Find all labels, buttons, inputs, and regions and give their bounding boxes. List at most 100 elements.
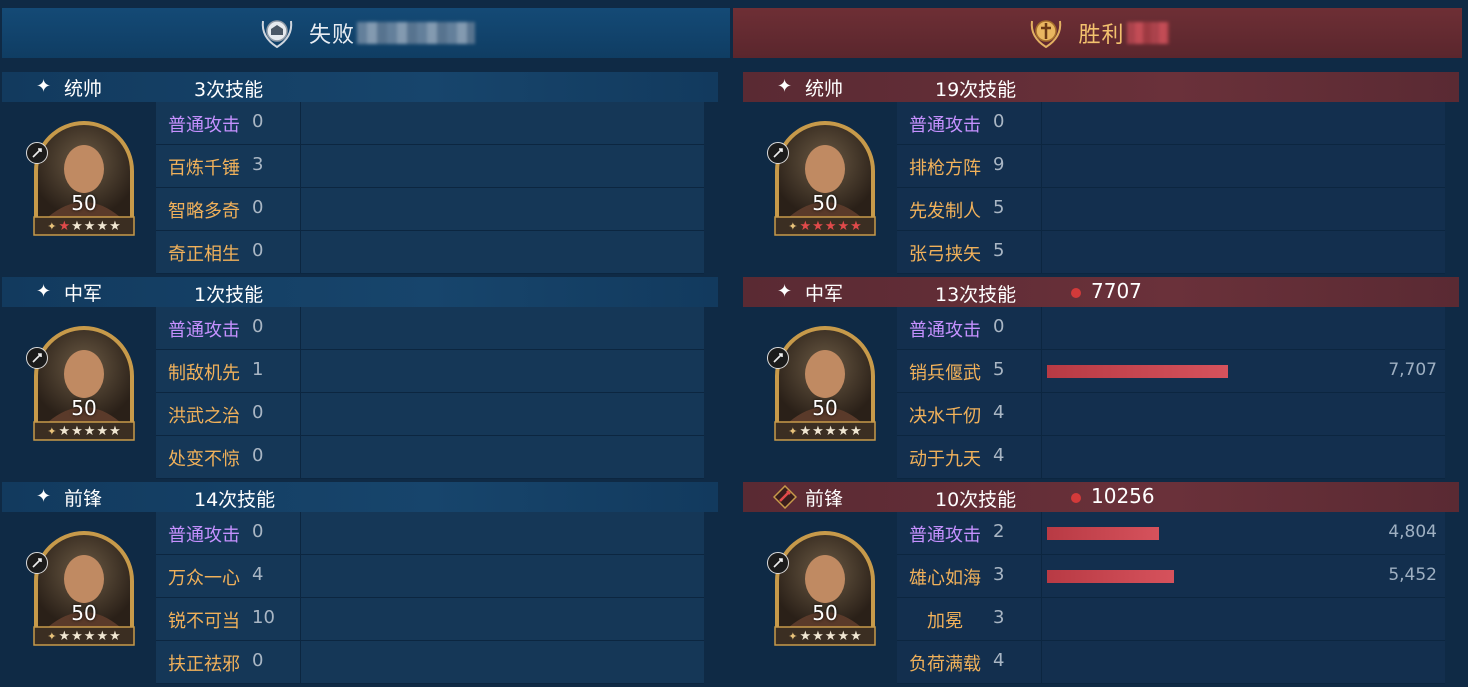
section-header: 前锋 10次技能 10256 [743, 482, 1459, 512]
skill-row: 排枪方阵 9 [897, 145, 1445, 188]
skill-trigger-count: 5 [993, 240, 1005, 261]
skill-row: 先发制人 5 [897, 188, 1445, 231]
total-damage: 10256 [1091, 484, 1155, 508]
skill-trigger-count: 5 [993, 359, 1005, 380]
star-rating: ✦ ★ ★ ★ ★ ★ [34, 217, 134, 235]
damage-dot-icon [1071, 288, 1081, 298]
sword-icon: ✦ [788, 629, 798, 643]
skill-trigger-count: 0 [252, 402, 264, 423]
skill-name: 雄心如海 [909, 568, 981, 589]
skill-name: 普通攻击 [909, 115, 981, 136]
general-portrait[interactable]: ✦ ★ ★ ★ ★ ★ 50 [28, 527, 140, 649]
troop-type-icon [767, 347, 789, 369]
skill-count: 1次技能 [194, 284, 264, 306]
divider [1041, 102, 1042, 144]
general-portrait[interactable]: ✦ ★ ★ ★ ★ ★ 50 [28, 117, 140, 239]
general-level: 50 [71, 396, 97, 420]
divider [1041, 555, 1042, 597]
general-level: 50 [812, 191, 838, 215]
sword-icon: ✦ [788, 219, 798, 233]
victory-label: 胜利 [1078, 23, 1125, 48]
skill-trigger-count: 0 [252, 240, 264, 261]
star-icon: ★ [824, 218, 837, 234]
skill-trigger-count: 0 [252, 650, 264, 671]
divider [300, 145, 301, 187]
general-level: 50 [71, 601, 97, 625]
troop-type-icon [26, 347, 48, 369]
sparkle-icon: ✦ [36, 281, 52, 302]
skill-row: 扶正祛邪 0 [156, 641, 704, 684]
skill-name: 普通攻击 [168, 115, 240, 136]
commander-section: ✦ 统帅 19次技能 ✦ ★ ★ ★ ★ ★ 50 普通攻击 0 排枪方阵 9 先发制人 5 张弓挟矢 5 [743, 72, 1461, 277]
divider [300, 231, 301, 273]
divider [1041, 598, 1042, 640]
general-portrait[interactable]: ✦ ★ ★ ★ ★ ★ 50 [769, 117, 881, 239]
skill-row: 普通攻击 2 4,804 [897, 512, 1445, 555]
troop-type-icon [767, 142, 789, 164]
skill-list: 普通攻击 2 4,804 雄心如海 3 5,452 加冕 3 负荷满载 4 [897, 512, 1445, 684]
star-icon: ★ [850, 218, 862, 234]
general-level: 50 [812, 396, 838, 420]
section-header: ✦ 中军 1次技能 [2, 277, 718, 307]
divider [300, 512, 301, 554]
skill-row: 奇正相生 0 [156, 231, 704, 274]
defeat-emblem-icon [261, 20, 293, 49]
skill-trigger-count: 1 [252, 359, 264, 380]
skill-row: 决水千仞 4 [897, 393, 1445, 436]
skill-row: 普通攻击 0 [156, 307, 704, 350]
star-icon: ★ [799, 218, 812, 234]
skill-row: 万众一心 4 [156, 555, 704, 598]
divider [300, 436, 301, 478]
star-rating: ✦ ★ ★ ★ ★ ★ [775, 217, 875, 235]
star-rating: ✦ ★ ★ ★ ★ ★ [775, 422, 875, 440]
general-portrait[interactable]: ✦ ★ ★ ★ ★ ★ 50 [769, 322, 881, 444]
sword-icon: ✦ [788, 424, 798, 438]
skill-row: 动于九天 4 [897, 436, 1445, 479]
skill-list: 普通攻击 0 百炼千锤 3 智略多奇 0 奇正相生 0 [156, 102, 704, 274]
skill-count: 19次技能 [935, 79, 1017, 101]
star-icon: ★ [824, 423, 837, 439]
skill-row: 普通攻击 0 [156, 512, 704, 555]
damage-bar [1047, 527, 1159, 540]
skill-row: 智略多奇 0 [156, 188, 704, 231]
sparkle-icon: ✦ [36, 76, 52, 97]
role-label: 中军 [64, 283, 103, 305]
sword-flag-icon [773, 485, 797, 509]
skill-trigger-count: 4 [993, 650, 1005, 671]
general-portrait[interactable]: ✦ ★ ★ ★ ★ ★ 50 [769, 527, 881, 649]
star-icon: ★ [837, 628, 850, 644]
skill-name: 动于九天 [909, 449, 981, 470]
skill-row: 销兵偃武 5 7,707 [897, 350, 1445, 393]
troop-type-icon [767, 552, 789, 574]
skill-name: 普通攻击 [909, 525, 981, 546]
divider [300, 102, 301, 144]
skill-row: 锐不可当 10 [156, 598, 704, 641]
blurred-player-name [357, 22, 475, 44]
skill-name: 决水千仞 [909, 406, 981, 427]
skill-trigger-count: 2 [993, 521, 1005, 542]
total-damage: 7707 [1091, 279, 1142, 303]
damage-bar [1047, 365, 1228, 378]
star-rating: ✦ ★ ★ ★ ★ ★ [34, 627, 134, 645]
skill-name: 排枪方阵 [909, 158, 981, 179]
divider [300, 188, 301, 230]
general-portrait[interactable]: ✦ ★ ★ ★ ★ ★ 50 [28, 322, 140, 444]
skill-damage: 5,452 [1388, 565, 1437, 585]
star-icon: ★ [812, 218, 824, 234]
star-icon: ★ [96, 218, 109, 234]
skill-row: 普通攻击 0 [897, 307, 1445, 350]
divider [1041, 307, 1042, 349]
star-icon: ★ [71, 628, 83, 644]
skill-list: 普通攻击 0 制敌机先 1 洪武之治 0 处变不惊 0 [156, 307, 704, 479]
skill-row: 普通攻击 0 [897, 102, 1445, 145]
role-label: 中军 [805, 283, 844, 305]
skill-name: 普通攻击 [168, 320, 240, 341]
troop-type-icon [26, 142, 48, 164]
skill-trigger-count: 0 [252, 521, 264, 542]
skill-damage: 7,707 [1388, 360, 1437, 380]
skill-trigger-count: 3 [993, 564, 1005, 585]
section-header: ✦ 前锋 14次技能 [2, 482, 718, 512]
skill-row: 加冕 3 [897, 598, 1445, 641]
skill-name: 负荷满载 [909, 654, 981, 675]
star-icon: ★ [83, 423, 96, 439]
